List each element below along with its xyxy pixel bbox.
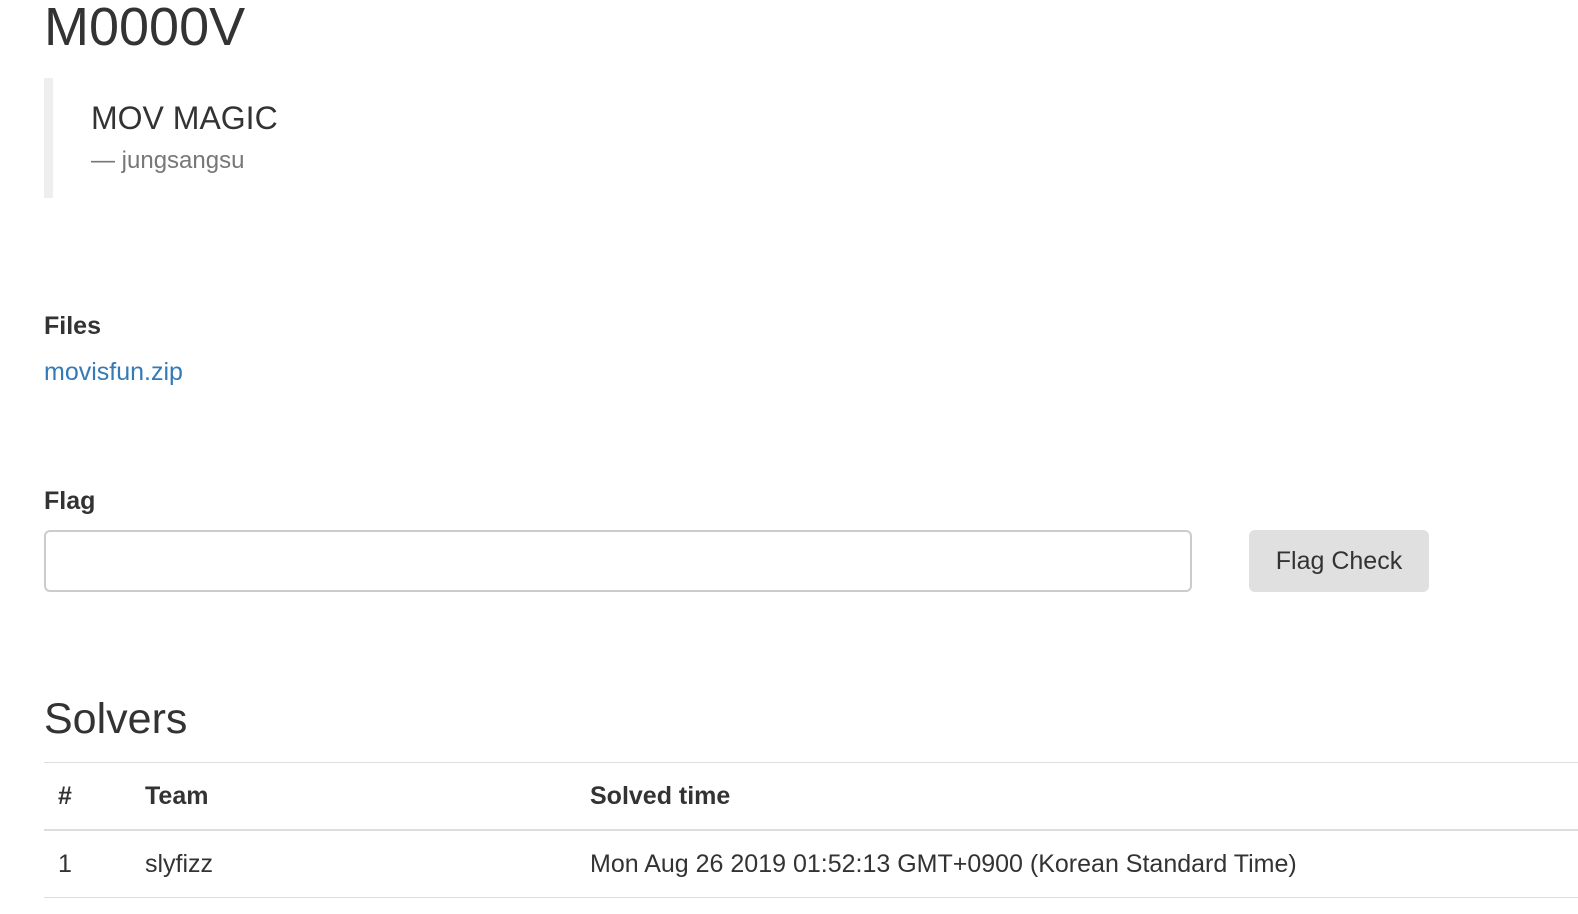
solver-time: Mon Aug 26 2019 01:52:13 GMT+0900 (Korea… [590,849,1297,878]
solver-rank: 1 [58,849,72,878]
file-download-link[interactable]: movisfun.zip [44,356,183,388]
solvers-table: # Team Solved time 1 slyfizz Mon Aug 26 … [44,762,1578,898]
solvers-title: Solvers [44,695,188,743]
table-row: 1 slyfizz Mon Aug 26 2019 01:52:13 GMT+0… [44,830,1578,898]
column-header-solved-time: Solved time [590,781,731,810]
challenge-description-quote: MOV MAGIC — jungsangsu [44,78,744,198]
challenge-page: M0000V MOV MAGIC — jungsangsu Files movi… [44,0,1578,914]
solvers-table-header: # Team Solved time [44,762,1578,830]
challenge-description: MOV MAGIC [91,100,278,136]
files-label: Files [44,312,101,340]
column-header-rank: # [58,781,72,810]
flag-label: Flag [44,487,96,515]
column-header-team: Team [145,781,209,810]
challenge-title: M0000V [44,0,246,57]
challenge-author: — jungsangsu [91,147,245,174]
flag-check-button[interactable]: Flag Check [1249,530,1429,592]
solver-team: slyfizz [145,849,214,878]
flag-input[interactable] [44,530,1192,592]
